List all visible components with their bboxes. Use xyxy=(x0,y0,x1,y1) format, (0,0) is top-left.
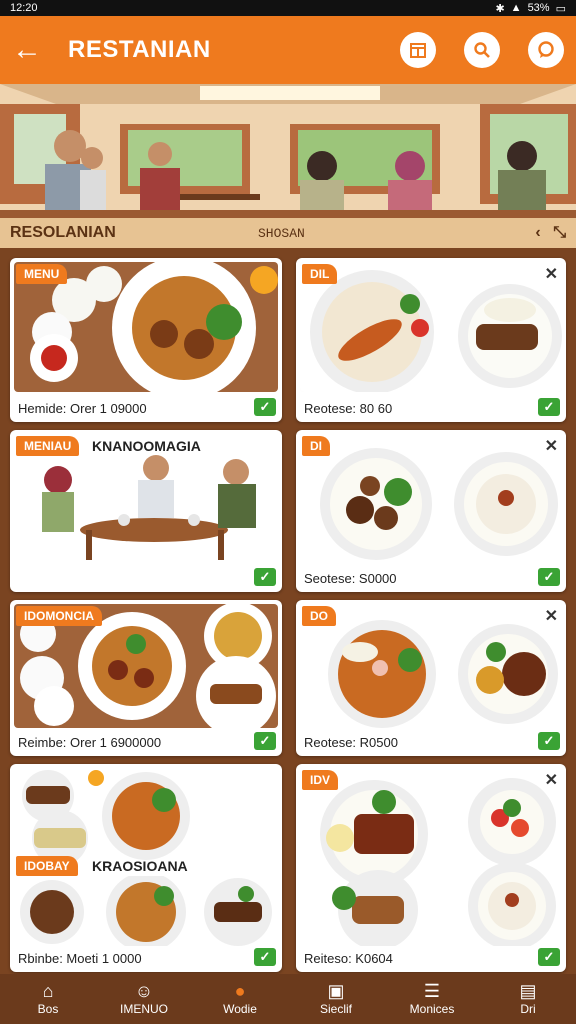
check-icon[interactable]: ✓ xyxy=(538,568,560,586)
collapse-icon[interactable]: ⤡ xyxy=(553,224,566,241)
close-icon[interactable]: ✕ xyxy=(545,264,558,284)
card-tag: DIL xyxy=(302,264,338,284)
card-caption: Hemide: Orer 1 09000 xyxy=(18,401,147,416)
search-button[interactable] xyxy=(464,32,500,68)
user-icon: ☺ xyxy=(134,981,154,1001)
card-caption: Seotese: S0000 xyxy=(304,571,397,586)
doc-icon: ▤ xyxy=(519,981,537,1001)
card-tag: MENU xyxy=(16,264,68,284)
menu-card[interactable]: IDOMONCIA Reimbe: Orer 1 6900000 ✓ xyxy=(10,600,282,756)
food-image xyxy=(14,876,278,946)
nav-item-doc[interactable]: ▤ Dri xyxy=(488,982,568,1016)
food-image xyxy=(300,434,562,562)
fire-icon: ● xyxy=(234,981,246,1001)
nav-item-promo[interactable]: ● Wodie xyxy=(200,982,280,1016)
check-icon[interactable]: ✓ xyxy=(538,948,560,966)
menu-card[interactable]: DI ✕ Seotese: S0000 ✓ xyxy=(296,430,566,592)
arrow-left-icon[interactable]: ← xyxy=(12,35,52,65)
restaurant-banner-image xyxy=(0,84,576,218)
card-tag: MENIAU xyxy=(16,436,80,456)
status-time: 12:20 xyxy=(10,2,38,14)
calendar-button[interactable] xyxy=(400,32,436,68)
check-icon[interactable]: ✓ xyxy=(254,732,276,750)
close-icon[interactable]: ✕ xyxy=(545,770,558,790)
section-title: RESOLANIAN xyxy=(10,224,116,241)
nav-item-home[interactable]: ⌂ Bos xyxy=(8,982,88,1016)
menu-card[interactable]: MENU Hemide: Orer 1 09000 ✓ xyxy=(10,258,282,422)
card-caption: Rbinbe: Moeti 1 0000 xyxy=(18,951,142,966)
card-caption: Reotese: 80 60 xyxy=(304,401,393,416)
home-icon: ⌂ xyxy=(42,981,54,1001)
close-icon[interactable]: ✕ xyxy=(545,606,558,626)
close-icon[interactable]: ✕ xyxy=(545,436,558,456)
nav-item-cart[interactable]: ▣ Sieclif xyxy=(296,982,376,1016)
menu-grid: MENU Hemide: Orer 1 09000 ✓ DIL ✕ Reotes… xyxy=(0,248,576,974)
check-icon[interactable]: ✓ xyxy=(538,398,560,416)
check-icon[interactable]: ✓ xyxy=(254,948,276,966)
chat-button[interactable] xyxy=(528,32,564,68)
card-tag: DO xyxy=(302,606,336,626)
cart-icon: ▣ xyxy=(327,981,345,1001)
calendar-icon xyxy=(410,43,426,58)
menu-card[interactable]: IDV ✕ Reiteso: K0604 ✓ xyxy=(296,764,566,972)
card-caption: Reimbe: Orer 1 6900000 xyxy=(18,735,162,750)
food-image xyxy=(300,262,562,392)
section-bar: RESOLANIAN SHOSAN ‹ ⤡ xyxy=(0,218,576,248)
card-caption: Reotese: R0500 xyxy=(304,735,398,750)
card-tag: IDOMONCIA xyxy=(16,606,102,626)
food-image xyxy=(300,604,562,728)
food-image xyxy=(14,768,278,860)
battery-icon: ▭ xyxy=(555,2,566,15)
bluetooth-icon: ✱ xyxy=(495,2,505,15)
search-icon xyxy=(474,42,490,58)
bottom-nav: ⌂ Bos ☺ IMENUO ● Wodie ▣ Sieclif ☰ Monices ▤ D… xyxy=(0,974,576,1024)
card-tag: DI xyxy=(302,436,330,456)
menu-card[interactable]: DO ✕ Reotese: R0500 ✓ xyxy=(296,600,566,756)
check-icon[interactable]: ✓ xyxy=(254,568,276,586)
battery-level: 53% xyxy=(527,2,550,14)
card-subheading: KRAOSIOANA xyxy=(92,858,188,874)
card-subheading: KNANOOMAGIA xyxy=(92,438,201,454)
check-icon[interactable]: ✓ xyxy=(538,732,560,750)
card-caption: Reiteso: K0604 xyxy=(304,951,393,966)
menu-card[interactable]: DIL ✕ Reotese: 80 60 ✓ xyxy=(296,258,566,422)
food-image xyxy=(300,768,562,946)
check-icon[interactable]: ✓ xyxy=(254,398,276,416)
page-title: RESTANIAN xyxy=(68,36,211,63)
card-tag: IDOBAY xyxy=(16,856,78,876)
signal-icon: ▲ xyxy=(510,2,522,14)
menu-card[interactable]: MENIAU KNANOOMAGIA ✓ xyxy=(10,430,282,592)
nav-item-menu[interactable]: ☺ IMENUO xyxy=(104,982,184,1016)
section-subtitle: SHOSAN xyxy=(258,225,305,241)
menu-card[interactable]: IDOBAY KRAOSIOANA Rbinbe: Moeti 1 0000 ✓ xyxy=(10,764,282,972)
nav-item-list[interactable]: ☰ Monices xyxy=(392,982,472,1016)
status-bar: 12:20 ✱ ▲ 53% ▭ xyxy=(0,0,576,16)
chevron-left-icon[interactable]: ‹ xyxy=(535,224,540,241)
app-bar: ← RESTANIAN xyxy=(0,16,576,84)
chat-icon xyxy=(538,41,554,58)
list-icon: ☰ xyxy=(423,981,441,1001)
card-tag: IDV xyxy=(302,770,339,790)
